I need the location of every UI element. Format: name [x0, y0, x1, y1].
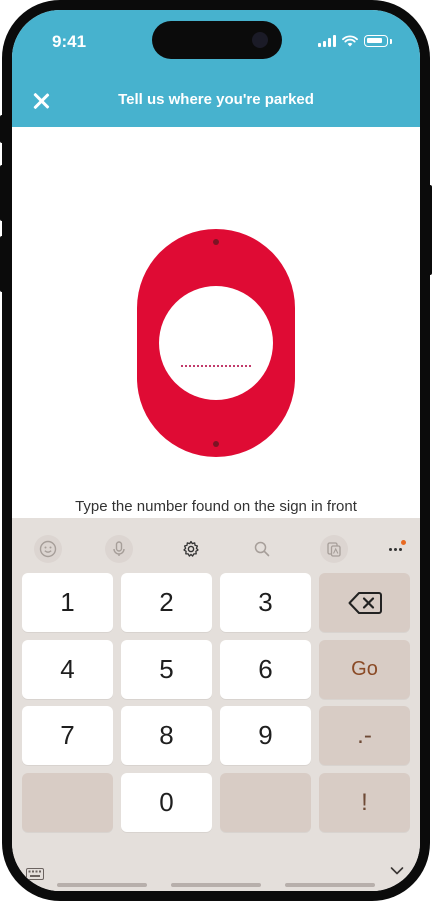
chevron-down-icon[interactable] — [390, 864, 404, 878]
nav-handle-right — [285, 883, 375, 887]
status-icons — [318, 34, 392, 48]
app-screen: 9:41 Tell us where you're parked Type th… — [12, 10, 420, 891]
volume-down-button — [0, 236, 4, 292]
dynamic-island — [152, 21, 282, 59]
backspace-key[interactable] — [319, 573, 410, 632]
battery-tip — [390, 38, 392, 44]
clipboard-icon[interactable] — [320, 535, 348, 563]
punctuation-key[interactable]: .- — [319, 706, 410, 765]
mute-switch — [0, 115, 4, 143]
status-time: 9:41 — [52, 32, 87, 51]
sign-bolt-top — [213, 239, 219, 245]
power-button — [428, 185, 432, 275]
camera-icon — [252, 32, 268, 48]
key-6[interactable]: 6 — [220, 640, 311, 699]
parking-sign-graphic — [137, 229, 295, 457]
notification-dot — [401, 540, 406, 545]
sign-bolt-bottom — [213, 441, 219, 447]
header-bar: 9:41 Tell us where you're parked — [12, 10, 420, 127]
search-icon[interactable] — [248, 535, 276, 563]
cellular-signal-icon — [318, 35, 336, 47]
key-8[interactable]: 8 — [121, 706, 212, 765]
key-9[interactable]: 9 — [220, 706, 311, 765]
battery-icon — [364, 35, 388, 47]
key-4[interactable]: 4 — [22, 640, 113, 699]
nav-handle-left — [57, 883, 147, 887]
wifi-icon — [342, 35, 358, 47]
blank-key-left — [22, 773, 113, 832]
gear-icon[interactable] — [177, 535, 205, 563]
volume-up-button — [0, 165, 4, 221]
blank-key-right — [220, 773, 311, 832]
home-indicator[interactable] — [171, 883, 261, 887]
key-7[interactable]: 7 — [22, 706, 113, 765]
microphone-icon[interactable] — [105, 535, 133, 563]
go-key[interactable]: Go — [319, 640, 410, 699]
key-5[interactable]: 5 — [121, 640, 212, 699]
key-1[interactable]: 1 — [22, 573, 113, 632]
sign-number-area — [159, 286, 273, 400]
number-input-field[interactable] — [181, 365, 251, 367]
emoji-icon[interactable] — [34, 535, 62, 563]
phone-frame: 9:41 Tell us where you're parked Type th… — [0, 0, 432, 901]
page-title: Tell us where you're parked — [118, 91, 314, 108]
key-0[interactable]: 0 — [121, 773, 212, 832]
backspace-icon — [348, 591, 382, 614]
key-2[interactable]: 2 — [121, 573, 212, 632]
more-icon[interactable] — [387, 540, 411, 558]
keyboard-icon[interactable] — [26, 868, 44, 880]
instruction-text: Type the number found on the sign in fro… — [75, 498, 357, 515]
exclamation-key[interactable]: ! — [319, 773, 410, 832]
key-3[interactable]: 3 — [220, 573, 311, 632]
numeric-keyboard: 1 2 3 4 5 6 Go 7 8 9 .- 0 ! — [12, 518, 420, 891]
